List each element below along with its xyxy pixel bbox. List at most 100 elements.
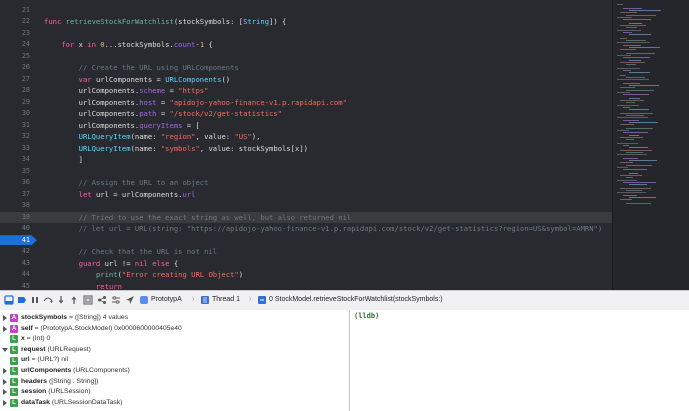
code-line[interactable]: 29 urlComponents.host = "apidojo-yahoo-f… [0, 97, 612, 109]
breadcrumb-separator-icon: › [192, 296, 195, 303]
code-line[interactable]: 26 // Create the URL using URLComponents [0, 62, 612, 74]
code-token: func [44, 17, 66, 26]
hide-debug-area-icon[interactable] [4, 295, 14, 305]
variables-view[interactable]: AstockSymbols = ([String]) 4 values Aself… [0, 310, 350, 411]
lldb-console[interactable]: (lldb) [350, 310, 689, 411]
code-text: return [44, 281, 122, 291]
variable-row[interactable]: Lurl = (URL?) nil [0, 355, 349, 366]
code-line[interactable]: 25 [0, 51, 612, 63]
code-line[interactable]: 22 func retrieveStockForWatchlist(stockSy… [0, 16, 612, 28]
code-text: // Create the URL using URLComponents [44, 62, 239, 74]
code-line[interactable]: 32 URLQueryItem(name: "region", value: "… [0, 131, 612, 143]
code-line[interactable]: 44 print("Error creating URL Object") [0, 269, 612, 281]
location-icon[interactable] [125, 295, 135, 305]
code-line[interactable]: 34 ] [0, 154, 612, 166]
code-line[interactable]: 21 [0, 5, 612, 17]
variable-row[interactable]: Lheaders ([String : String]) [0, 377, 349, 388]
minimap-stroke [626, 52, 655, 54]
minimap-stroke [629, 122, 658, 123]
environment-overrides-icon[interactable] [111, 295, 121, 305]
step-into-icon[interactable] [56, 295, 66, 305]
code-line[interactable]: 30 urlComponents.path = "/stock/v2/get-s… [0, 108, 612, 120]
minimap-stroke [620, 150, 652, 151]
code-token: URLComponents [165, 74, 222, 84]
code-line[interactable]: 28 urlComponents.scheme = "https" [0, 85, 612, 97]
minimap-stroke [626, 139, 634, 140]
code-line[interactable]: 31 urlComponents.queryItems = [ [0, 120, 612, 132]
code-minimap[interactable] [612, 0, 689, 290]
minimap-stroke [620, 161, 633, 163]
minimap-stroke [617, 180, 637, 181]
variable-text: urlComponents (URLComponents) [21, 366, 130, 377]
code-line[interactable]: 37 let url = urlComponents.url [0, 189, 612, 201]
variable-row[interactable]: AstockSymbols = ([String]) 4 values [0, 313, 349, 324]
debug-thread-label[interactable]: Thread 1 [212, 294, 240, 306]
line-number: 32 [21, 132, 30, 140]
disclosure-collapsed-icon[interactable] [3, 378, 7, 385]
variable-text: x = (Int) 0 [21, 334, 50, 345]
memory-graph-icon[interactable] [97, 295, 107, 305]
code-line[interactable]: 24 for x in 0...stockSymbols.count-1 { [0, 39, 612, 51]
variable-row[interactable]: LdataTask (URLSessionDataTask) [0, 398, 349, 409]
code-text: // Tried to use the exact string as well… [44, 212, 352, 224]
variable-row[interactable]: Lrequest (URLRequest) [0, 345, 349, 356]
code-line[interactable]: 45 return [0, 281, 612, 291]
minimap-stroke [629, 9, 661, 11]
minimap-stroke [626, 176, 633, 178]
variable-row[interactable]: Lx = (Int) 0 [0, 334, 349, 345]
code-editor[interactable]: 21 22 func retrieveStockForWatchlist(stock… [0, 0, 612, 290]
minimap-stroke [620, 137, 643, 138]
code-line[interactable]: 36 // Assign the URL to an object [0, 177, 612, 189]
minimap-stroke [629, 84, 659, 86]
code-text: // let url = URL(string: "https://apidoj… [44, 223, 603, 235]
line-number: 38 [21, 201, 30, 209]
code-token: urlComponents. [44, 97, 140, 107]
code-line[interactable]: 35 [0, 166, 612, 178]
breakpoints-toggle-icon[interactable] [17, 295, 27, 305]
disclosure-collapsed-icon[interactable] [3, 315, 7, 321]
code-line[interactable]: 27 var urlComponents = URLComponents() [0, 74, 612, 86]
minimap-stroke [626, 64, 636, 65]
disclosure-collapsed-icon[interactable] [3, 325, 7, 332]
minimap-stroke [626, 202, 651, 204]
code-token: count [173, 40, 196, 49]
line-number: 37 [21, 189, 30, 198]
pause-icon[interactable] [30, 295, 40, 305]
minimap-stroke [620, 24, 646, 26]
thread-icon [201, 296, 209, 304]
step-over-icon[interactable] [43, 295, 53, 305]
code-token: host [139, 97, 157, 107]
disclosure-collapsed-icon[interactable] [3, 368, 7, 374]
variable-row[interactable]: LurlComponents (URLComponents) [0, 366, 349, 377]
disclosure-collapsed-icon[interactable] [3, 399, 7, 406]
code-line[interactable]: 41 [0, 235, 612, 247]
step-out-icon[interactable] [69, 295, 79, 305]
code-line[interactable]: 38 [0, 200, 612, 212]
minimap-stroke [623, 56, 650, 58]
code-line[interactable]: 40 // let url = URL(string: "https://api… [0, 223, 612, 235]
code-line[interactable]: 43 guard url != nil else { [0, 258, 612, 270]
disclosure-collapsed-icon[interactable] [3, 389, 7, 396]
view-hierarchy-icon[interactable] [83, 295, 93, 305]
debug-target-label[interactable]: PrototypA [151, 294, 182, 306]
code-token: url [182, 189, 196, 199]
variable-row[interactable]: Aself = (PrototypA.StockModel) 0x0000600… [0, 324, 349, 335]
variable-row[interactable]: Lsession (URLSession) [0, 387, 349, 398]
code-line[interactable]: 39 // Tried to use the exact string as w… [0, 211, 612, 224]
minimap-stroke [629, 197, 656, 198]
minimap-stroke [626, 127, 653, 129]
disclosure-expanded-icon[interactable] [2, 347, 8, 352]
minimap-stroke [617, 17, 632, 18]
minimap-stroke [617, 92, 630, 93]
variable-value: (URLSession) [46, 388, 91, 396]
minimap-stroke [626, 101, 635, 103]
variable-value: (URLComponents) [71, 367, 130, 374]
variable-name: session [21, 388, 47, 396]
line-number: 43 [21, 258, 30, 267]
line-number: 33 [21, 143, 30, 152]
code-token: print [95, 270, 118, 279]
code-line[interactable]: 23 [0, 28, 612, 40]
debug-frame-label[interactable]: 0 StockModel.retrieveStockForWatchlist(s… [269, 294, 443, 306]
code-line[interactable]: 33 URLQueryItem(name: "symbols", value: … [0, 143, 612, 155]
code-line[interactable]: 42 // Check that the URL is not nil [0, 246, 612, 258]
